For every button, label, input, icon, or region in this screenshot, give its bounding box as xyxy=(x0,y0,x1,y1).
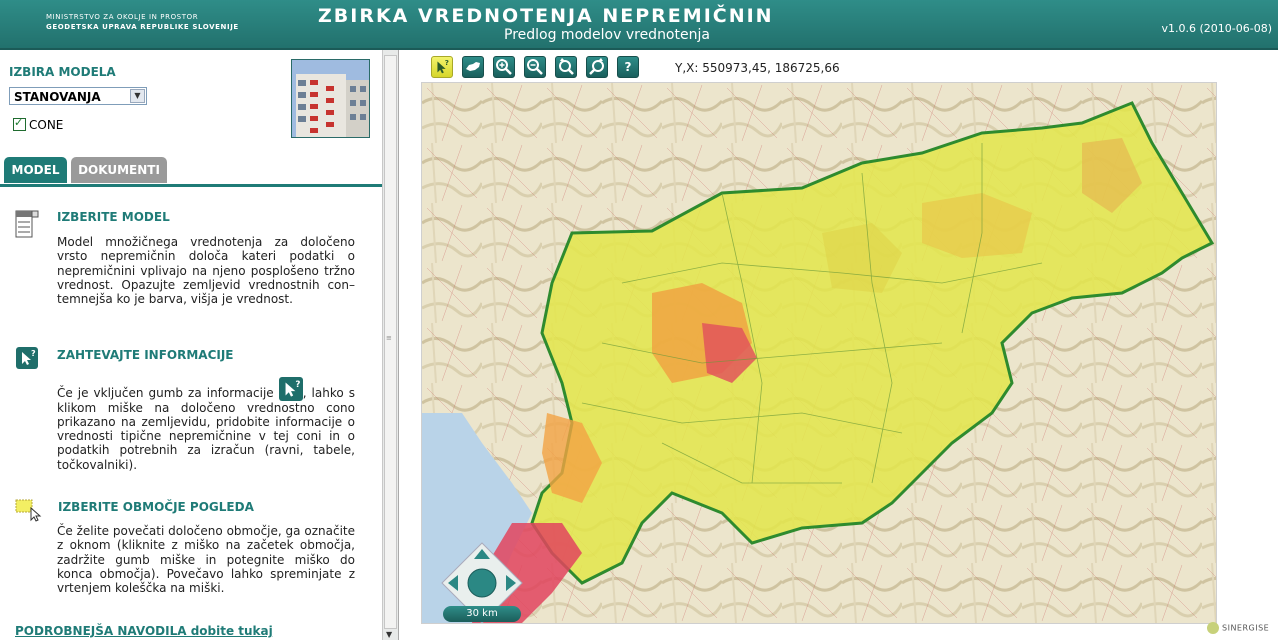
zoom-in-icon xyxy=(496,59,512,75)
zoom-previous-button[interactable] xyxy=(555,56,577,78)
left-panel-scrollbar[interactable]: ≡ ▼ xyxy=(382,50,399,640)
chevron-down-icon[interactable]: ▼ xyxy=(130,89,145,103)
inline-info-icon: ? xyxy=(278,376,303,401)
section-title-model: IZBERITE MODEL xyxy=(57,210,170,224)
model-select-title: IZBIRA MODELA xyxy=(9,65,116,79)
list-model-icon xyxy=(15,210,39,244)
map-area: ? ? Y,X: 550973,45, 186725,66 30 km SINE… xyxy=(398,50,1278,640)
scrollbar-thumb[interactable] xyxy=(384,55,397,629)
cone-checkbox[interactable]: CONE xyxy=(13,116,64,132)
tab-dokumenti[interactable]: DOKUMENTI xyxy=(71,157,167,183)
model-select[interactable]: STANOVANJA ▼ xyxy=(9,87,147,105)
section-title-info: ZAHTEVAJTE INFORMACIJE xyxy=(57,348,234,362)
app-title: ZBIRKA VREDNOTENJA NEPREMIČNIN xyxy=(318,5,774,27)
svg-text:?: ? xyxy=(295,379,300,389)
sinergise-label: SINERGISE xyxy=(1222,623,1270,633)
left-panel: IZBIRA MODELA STANOVANJA ▼ CONE MODEL DO… xyxy=(0,50,382,640)
zoom-in-button[interactable] xyxy=(493,56,515,78)
panel-tabs: MODEL DOKUMENTI xyxy=(0,155,382,187)
zoom-back-icon xyxy=(559,58,574,75)
scale-bar: 30 km xyxy=(443,606,521,622)
app-subtitle: Predlog modelov vrednotenja xyxy=(504,27,710,43)
info-cursor-icon: ? xyxy=(16,347,38,373)
help-icon: ? xyxy=(624,60,632,74)
full-extent-button[interactable] xyxy=(462,56,484,78)
app-header: MINISTRSTVO ZA OKOLJE IN PROSTOR GEODETS… xyxy=(0,0,1278,50)
zoom-out-icon xyxy=(527,59,543,75)
model-select-value: STANOVANJA xyxy=(14,90,101,104)
coordinate-readout: Y,X: 550973,45, 186725,66 xyxy=(675,61,840,75)
slovenia-map-icon xyxy=(466,62,480,71)
help-button[interactable]: ? xyxy=(617,56,639,78)
sinergise-logo-icon xyxy=(1207,622,1219,634)
info-text-before: Če je vključen gumb za informacije xyxy=(57,386,279,400)
info-tool-button[interactable]: ? xyxy=(431,56,453,78)
map-canvas[interactable] xyxy=(421,82,1217,624)
cone-label: CONE xyxy=(29,117,64,132)
zoom-box-icon xyxy=(15,498,45,526)
grip-icon: ≡ xyxy=(386,334,392,342)
section-text-view: Če želite povečati določeno območje, ga … xyxy=(57,524,355,596)
svg-text:?: ? xyxy=(445,58,449,67)
ministry-label: MINISTRSTVO ZA OKOLJE IN PROSTOR GEODETS… xyxy=(46,12,239,32)
ministry-line2: GEODETSKA UPRAVA REPUBLIKE SLOVENIJE xyxy=(46,23,239,31)
section-text-info: Če je vključen gumb za informacije ?, la… xyxy=(57,376,355,472)
tab-model[interactable]: MODEL xyxy=(4,157,67,183)
building-thumbnail xyxy=(291,59,370,138)
map-toolbar: ? ? Y,X: 550973,45, 186725,66 xyxy=(411,50,851,82)
detailed-instructions-link[interactable]: PODROBNEJŠA NAVODILA dobite tukaj xyxy=(15,624,273,638)
ministry-line1: MINISTRSTVO ZA OKOLJE IN PROSTOR xyxy=(46,13,199,21)
checkbox-icon[interactable] xyxy=(13,116,26,131)
section-title-view: IZBERITE OBMOČJE POGLEDA xyxy=(58,500,254,514)
scroll-down-arrow-icon[interactable]: ▼ xyxy=(386,630,392,639)
section-text-model: Model množičnega vrednotenja za določeno… xyxy=(57,235,355,307)
svg-text:?: ? xyxy=(31,349,36,358)
version-label: v1.0.6 (2010-06-08) xyxy=(1161,22,1272,35)
zoom-forward-icon xyxy=(589,58,604,75)
zoom-out-button[interactable] xyxy=(524,56,546,78)
zoom-next-button[interactable] xyxy=(586,56,608,78)
sinergise-logo: SINERGISE xyxy=(1207,622,1269,634)
